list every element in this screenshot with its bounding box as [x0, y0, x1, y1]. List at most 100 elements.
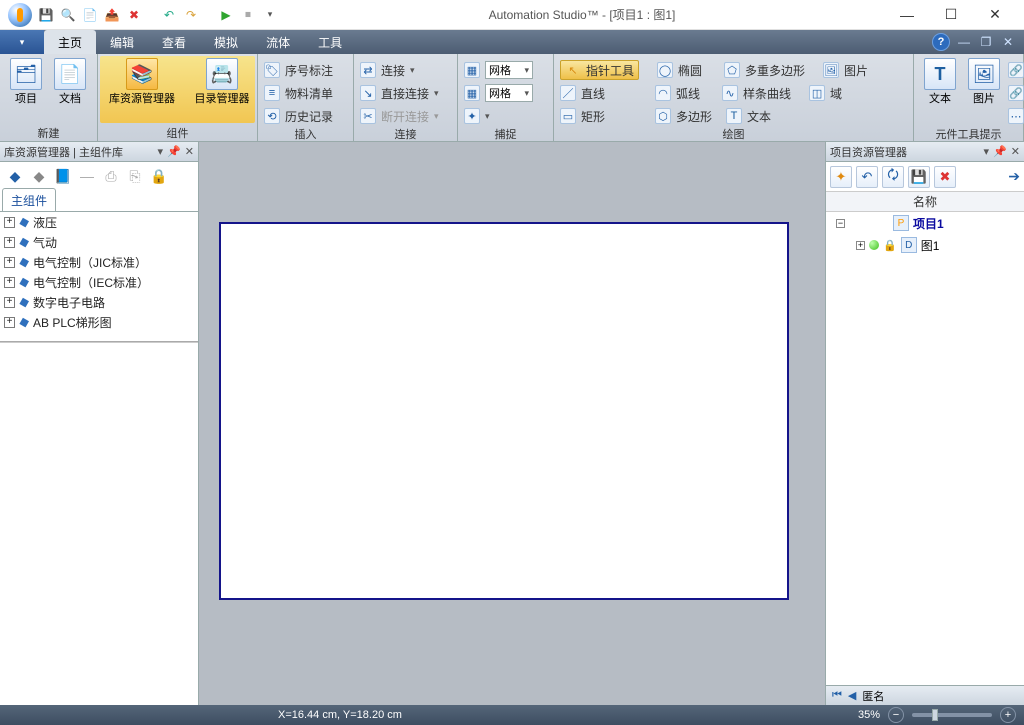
tree-item[interactable]: +◆电气控制（JIC标准）	[0, 252, 198, 272]
left-panel-pin-icon[interactable]: 📌	[167, 145, 181, 158]
polypoly-button[interactable]: 多重多边形	[745, 62, 805, 79]
rect-button[interactable]: 矩形	[581, 108, 605, 125]
new-project-button[interactable]: 🗂项目	[6, 58, 46, 105]
lp-tool-4[interactable]: —	[78, 167, 96, 185]
close-button[interactable]: ✕	[974, 3, 1016, 27]
project-node[interactable]: − P 项目1	[826, 212, 1024, 234]
right-panel-menu-icon[interactable]: ▾	[984, 145, 990, 158]
bom-button[interactable]: ≡物料清单	[264, 83, 333, 103]
domain-button[interactable]: 域	[830, 85, 842, 102]
spline-button[interactable]: 样条曲线	[743, 85, 791, 102]
left-panel-menu-icon[interactable]: ▾	[158, 145, 164, 158]
qat-stop-icon[interactable]: ⏹	[240, 7, 256, 23]
qat-redo-icon[interactable]: ↷	[183, 7, 199, 23]
catalog-manager-button[interactable]: 📇目录管理器	[184, 58, 260, 105]
pointer-tool-button[interactable]: ↖指针工具	[560, 60, 639, 80]
line-button[interactable]: 直线	[581, 85, 605, 102]
drawing-paper[interactable]	[219, 222, 789, 600]
right-panel-pin-icon[interactable]: 📌	[993, 145, 1007, 158]
tab-home[interactable]: 主页	[44, 30, 96, 54]
qat-undo-icon[interactable]: ↶	[161, 7, 177, 23]
lp-tool-2[interactable]: ◆	[30, 167, 48, 185]
library-manager-button[interactable]: 📚库资源管理器	[104, 58, 180, 105]
arc-button[interactable]: 弧线	[676, 85, 700, 102]
lp-tool-5[interactable]: ⎙	[102, 167, 120, 185]
file-tab[interactable]: ▾	[0, 30, 44, 54]
qat-run-icon[interactable]: ▶	[218, 7, 234, 23]
lp-tool-6[interactable]: ⎘	[126, 167, 144, 185]
zoom-out-button[interactable]: −	[888, 707, 904, 723]
expand-icon[interactable]: +	[4, 217, 15, 228]
lp-tool-1[interactable]: ◆	[6, 167, 24, 185]
tab-sim[interactable]: 模拟	[200, 30, 252, 54]
mdi-restore-icon[interactable]: ❐	[978, 34, 994, 50]
expand-icon[interactable]: +	[4, 297, 15, 308]
rp-save-icon[interactable]: 💾	[908, 166, 930, 188]
image-button[interactable]: 图片	[844, 62, 868, 79]
help-button[interactable]: ?	[932, 33, 950, 51]
rp-refresh-icon[interactable]: 🗘	[882, 166, 904, 188]
mdi-close-icon[interactable]: ✕	[1000, 34, 1016, 50]
collapse-icon[interactable]: −	[836, 219, 845, 228]
tree-item[interactable]: +◆电气控制（IEC标准）	[0, 272, 198, 292]
attach-tool-icon[interactable]: 🔗	[1008, 85, 1024, 101]
new-document-button[interactable]: 📄文档	[50, 58, 90, 105]
rp-delete-icon[interactable]: ✖	[934, 166, 956, 188]
tab-fluid[interactable]: 流体	[252, 30, 304, 54]
seq-label-button[interactable]: 🏷序号标注	[264, 60, 333, 80]
expand-icon[interactable]: +	[4, 257, 15, 268]
text-tool-button[interactable]: T文本	[920, 58, 960, 105]
rp-open-icon[interactable]: ↶	[856, 166, 878, 188]
tree-item[interactable]: +◆AB PLC梯形图	[0, 312, 198, 332]
qat-save-icon[interactable]: 💾	[38, 7, 54, 23]
left-panel-tab[interactable]: 主组件	[2, 188, 56, 211]
snap-extra[interactable]: ✦▾	[464, 106, 533, 126]
library-tree[interactable]: +◆液压 +◆气动 +◆电气控制（JIC标准） +◆电气控制（IEC标准） +◆…	[0, 212, 198, 342]
qat-close-icon[interactable]: ✖	[126, 7, 142, 23]
zoom-slider[interactable]	[912, 713, 992, 717]
nav-prev-icon[interactable]: ◀	[848, 689, 856, 702]
tab-edit[interactable]: 编辑	[96, 30, 148, 54]
app-logo[interactable]	[8, 3, 32, 27]
qat-new-icon[interactable]: 📄	[82, 7, 98, 23]
qat-export-icon[interactable]: 📤	[104, 7, 120, 23]
minimize-button[interactable]: —	[886, 3, 928, 27]
history-button[interactable]: ⟲历史记录	[264, 106, 333, 126]
right-panel-close-icon[interactable]: ✕	[1011, 145, 1020, 158]
ellipse-button[interactable]: 椭圆	[678, 62, 702, 79]
tree-item[interactable]: +◆液压	[0, 212, 198, 232]
zoom-in-button[interactable]: +	[1000, 707, 1016, 723]
tree-item[interactable]: +◆数字电子电路	[0, 292, 198, 312]
polygon-button[interactable]: 多边形	[676, 108, 712, 125]
zoom-thumb[interactable]	[932, 709, 938, 721]
connect-button[interactable]: ⇄连接▾	[360, 60, 439, 80]
tab-tool[interactable]: 工具	[304, 30, 356, 54]
qat-open-icon[interactable]: 🔍	[60, 7, 76, 23]
tree-item[interactable]: +◆气动	[0, 232, 198, 252]
maximize-button[interactable]: ☐	[930, 3, 972, 27]
grid-dropdown-1[interactable]: 网格▾	[485, 61, 533, 79]
diagram-node[interactable]: + 🔒 D 图1	[826, 234, 1024, 256]
nav-first-icon[interactable]: ⏮	[832, 689, 842, 702]
tab-view[interactable]: 查看	[148, 30, 200, 54]
rp-more-icon[interactable]: ➔	[1008, 168, 1020, 185]
misc-tool-icon[interactable]: ⋯	[1008, 108, 1024, 124]
direct-connect-button[interactable]: ↘直接连接▾	[360, 83, 439, 103]
picture-tool-button[interactable]: 🖼图片	[964, 58, 1004, 105]
link-tool-icon[interactable]: 🔗	[1008, 62, 1024, 78]
canvas-viewport[interactable]	[199, 142, 825, 705]
project-tree[interactable]: − P 项目1 + 🔒 D 图1	[826, 212, 1024, 685]
expand-icon[interactable]: +	[4, 317, 15, 328]
grid-dropdown-2[interactable]: 网格▾	[485, 84, 533, 102]
snap-grid-row[interactable]: ▦网格▾	[464, 60, 533, 80]
left-panel-close-icon[interactable]: ✕	[185, 145, 194, 158]
expand-icon[interactable]: +	[4, 237, 15, 248]
snap-grid-row-2[interactable]: ▦网格▾	[464, 83, 533, 103]
disconnect-button[interactable]: ✂断开连接▾	[360, 106, 439, 126]
lp-tool-3[interactable]: 📘	[54, 167, 72, 185]
expand-icon[interactable]: +	[856, 241, 865, 250]
rp-new-icon[interactable]: ✦	[830, 166, 852, 188]
expand-icon[interactable]: +	[4, 277, 15, 288]
mdi-minimize-icon[interactable]: —	[956, 34, 972, 50]
text-button[interactable]: 文本	[747, 108, 771, 125]
